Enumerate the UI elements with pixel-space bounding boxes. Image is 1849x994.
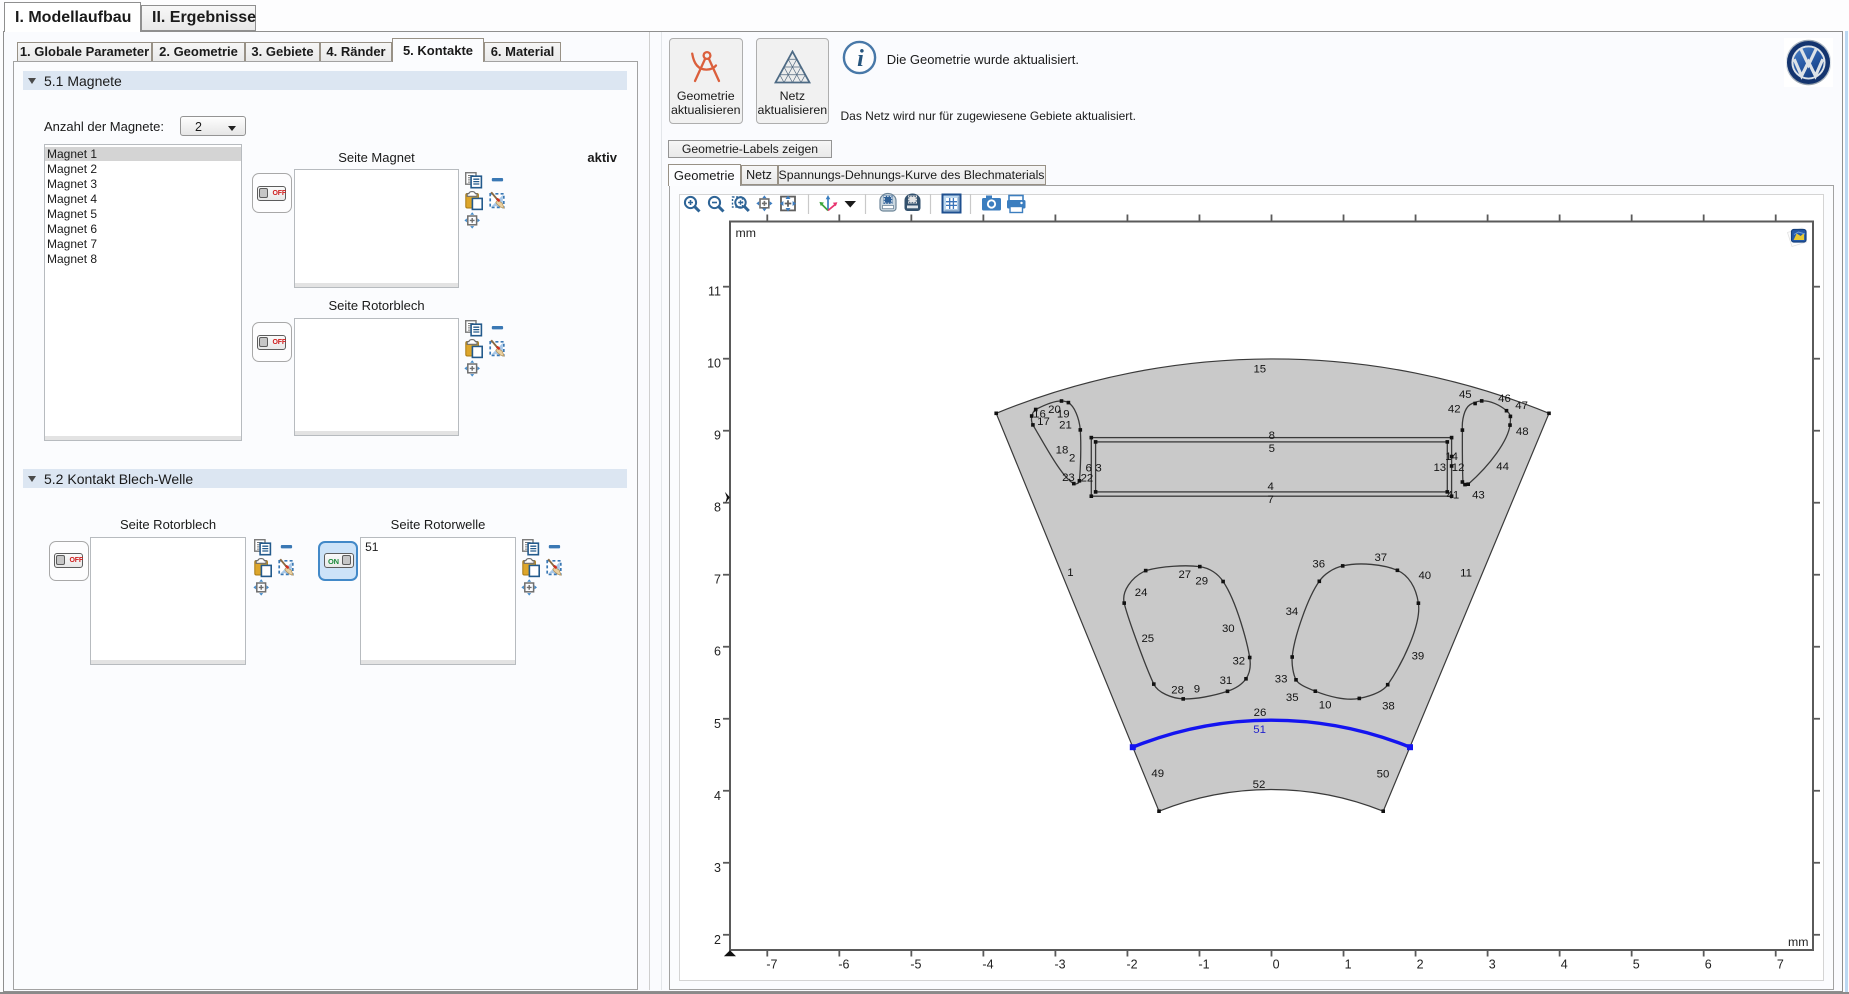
svg-text:35: 35	[1286, 692, 1299, 704]
svg-text:4: 4	[1561, 958, 1568, 972]
svg-text:48: 48	[1516, 426, 1529, 438]
svg-text:23: 23	[1062, 472, 1075, 484]
svg-text:0: 0	[1273, 958, 1280, 972]
svg-text:47: 47	[1515, 400, 1528, 412]
svg-text:5: 5	[714, 717, 721, 731]
svg-text:6: 6	[1705, 958, 1712, 972]
svg-text:32: 32	[1232, 655, 1245, 667]
svg-text:4: 4	[714, 789, 721, 803]
svg-text:mm: mm	[1788, 935, 1809, 949]
svg-text:-4: -4	[982, 958, 993, 972]
svg-text:22: 22	[1081, 473, 1094, 485]
svg-text:11: 11	[1460, 568, 1472, 580]
svg-text:36: 36	[1312, 559, 1325, 571]
svg-text:mm: mm	[736, 226, 757, 240]
svg-text:2: 2	[1417, 958, 1424, 972]
svg-text:9: 9	[714, 429, 721, 443]
svg-text:3: 3	[1489, 958, 1496, 972]
svg-text:29: 29	[1195, 576, 1208, 588]
svg-text:21: 21	[1059, 420, 1072, 432]
svg-text:2: 2	[714, 933, 721, 947]
svg-text:10: 10	[1319, 700, 1332, 712]
svg-text:5: 5	[1269, 443, 1275, 455]
svg-text:i: i	[857, 46, 864, 72]
svg-text:13: 13	[1433, 462, 1446, 474]
svg-text:6: 6	[714, 645, 721, 659]
svg-text:45: 45	[1459, 389, 1472, 401]
svg-text:28: 28	[1171, 684, 1184, 696]
svg-text:24: 24	[1135, 587, 1148, 599]
svg-text:42: 42	[1448, 403, 1461, 415]
svg-text:51: 51	[1253, 724, 1266, 736]
svg-text:8: 8	[1269, 430, 1275, 442]
svg-text:39: 39	[1412, 651, 1425, 663]
svg-text:4: 4	[1268, 481, 1274, 493]
svg-text:15: 15	[1253, 363, 1266, 375]
svg-text:7: 7	[1777, 958, 1784, 972]
svg-text:31: 31	[1220, 675, 1233, 687]
svg-text:-5: -5	[910, 958, 921, 972]
svg-text:-1: -1	[1199, 958, 1210, 972]
svg-text:-3: -3	[1054, 958, 1065, 972]
svg-text:-6: -6	[838, 958, 849, 972]
svg-text:43: 43	[1472, 490, 1485, 502]
svg-text:18: 18	[1056, 444, 1069, 456]
svg-text:12: 12	[1452, 462, 1465, 474]
svg-text:33: 33	[1275, 673, 1288, 685]
svg-text:38: 38	[1382, 701, 1395, 713]
svg-text:3: 3	[1095, 462, 1101, 474]
svg-text:17: 17	[1037, 416, 1050, 428]
svg-text:10: 10	[707, 357, 721, 371]
svg-text:25: 25	[1141, 633, 1154, 645]
svg-text:7: 7	[1268, 494, 1274, 506]
svg-text:27: 27	[1178, 569, 1191, 581]
svg-text:34: 34	[1286, 606, 1299, 618]
svg-text:1: 1	[1345, 958, 1352, 972]
svg-text:2: 2	[1069, 453, 1075, 465]
svg-text:8: 8	[714, 501, 721, 515]
svg-text:1: 1	[1067, 567, 1073, 579]
svg-text:52: 52	[1253, 779, 1266, 791]
svg-text:6: 6	[1086, 462, 1092, 474]
svg-text:41: 41	[1447, 490, 1460, 502]
svg-text:7: 7	[714, 573, 721, 587]
svg-text:11: 11	[708, 285, 721, 299]
svg-text:49: 49	[1151, 768, 1164, 780]
svg-text:50: 50	[1377, 769, 1390, 781]
svg-text:5: 5	[1633, 958, 1640, 972]
svg-text:-7: -7	[766, 958, 777, 972]
svg-text:30: 30	[1222, 623, 1235, 635]
svg-text:40: 40	[1418, 570, 1431, 582]
svg-text:9: 9	[1194, 683, 1200, 695]
svg-text:44: 44	[1496, 461, 1509, 473]
svg-text:-2: -2	[1126, 958, 1137, 972]
svg-text:26: 26	[1254, 707, 1267, 719]
svg-text:37: 37	[1374, 552, 1387, 564]
svg-text:3: 3	[714, 861, 721, 875]
svg-text:46: 46	[1498, 393, 1511, 405]
